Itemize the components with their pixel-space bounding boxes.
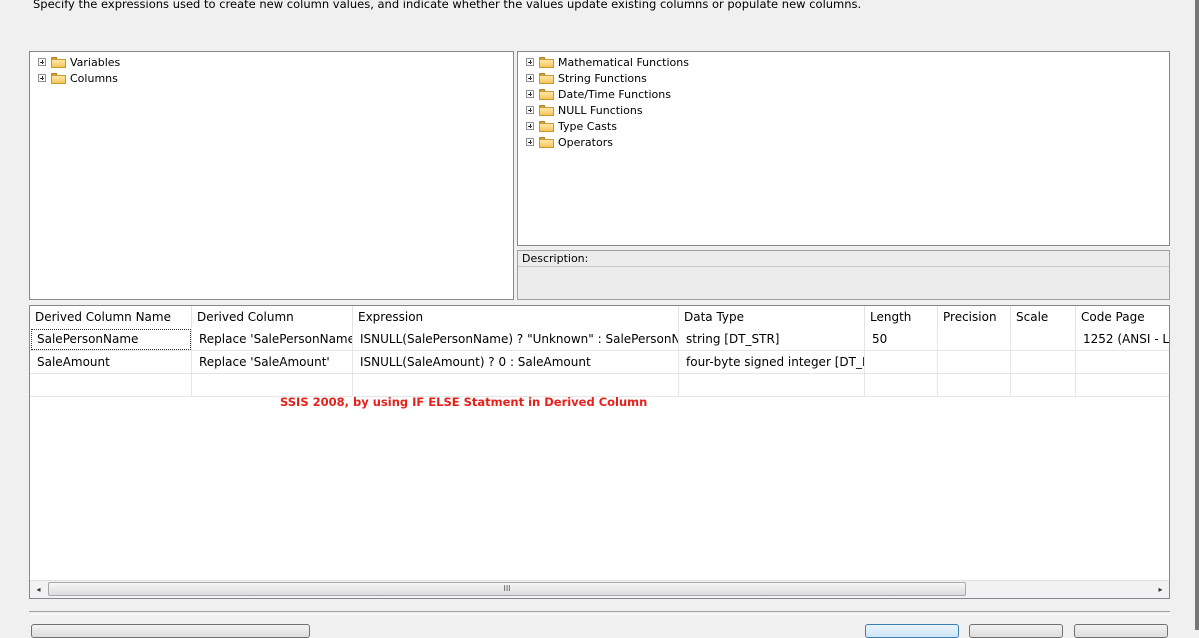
cell-derived-column-name[interactable]: SaleAmount	[30, 351, 192, 374]
column-header-length[interactable]: Length	[865, 306, 938, 328]
tree-item-label: Type Casts	[558, 119, 617, 133]
cell-derived-column-name[interactable]: SalePersonName	[30, 328, 192, 351]
scroll-right-icon[interactable]: ▸	[1152, 581, 1169, 598]
column-header-scale[interactable]: Scale	[1011, 306, 1076, 328]
footer-divider	[29, 611, 1170, 615]
expand-icon[interactable]	[38, 58, 46, 66]
tree-item-label: Mathematical Functions	[558, 55, 689, 69]
tree-item-string-functions[interactable]: String Functions	[526, 70, 647, 86]
column-header-derived-column-name[interactable]: Derived Column Name	[30, 306, 192, 328]
column-header-derived-column[interactable]: Derived Column	[192, 306, 353, 328]
tree-item-columns[interactable]: Columns	[38, 70, 118, 86]
cancel-button[interactable]	[969, 624, 1063, 638]
expand-icon[interactable]	[38, 74, 46, 82]
folder-icon	[539, 88, 554, 100]
cell-scale[interactable]	[1011, 351, 1076, 374]
tree-item-type-casts[interactable]: Type Casts	[526, 118, 617, 134]
help-button[interactable]	[1074, 624, 1168, 638]
column-header-code-page[interactable]: Code Page	[1076, 306, 1169, 328]
expand-icon[interactable]	[526, 106, 534, 114]
tree-item-operators[interactable]: Operators	[526, 134, 613, 150]
folder-icon	[539, 72, 554, 84]
scroll-left-icon[interactable]: ◂	[30, 581, 47, 598]
variables-columns-tree[interactable]: Variables Columns	[29, 51, 514, 300]
cell-length[interactable]: 50	[865, 328, 938, 351]
tree-item-datetime-functions[interactable]: Date/Time Functions	[526, 86, 671, 102]
cell-empty[interactable]	[192, 374, 353, 397]
cell-empty[interactable]	[30, 374, 192, 397]
cell-empty[interactable]	[353, 374, 679, 397]
tree-item-label: Date/Time Functions	[558, 87, 671, 101]
window-right-edge	[1195, 0, 1199, 630]
tree-item-label: String Functions	[558, 71, 647, 85]
tree-item-variables[interactable]: Variables	[38, 54, 120, 70]
description-separator	[518, 266, 1169, 267]
cell-code-page[interactable]	[1076, 351, 1169, 374]
functions-tree[interactable]: Mathematical Functions String Functions …	[517, 51, 1170, 246]
derived-columns-grid[interactable]: Derived Column Name Derived Column Expre…	[29, 305, 1170, 599]
instruction-text: Specify the expressions used to create n…	[33, 0, 862, 11]
expand-icon[interactable]	[526, 122, 534, 130]
column-header-expression[interactable]: Expression	[353, 306, 679, 328]
ok-button[interactable]	[865, 624, 959, 638]
cell-derived-column[interactable]: Replace 'SaleAmount'	[192, 351, 353, 374]
expand-icon[interactable]	[526, 74, 534, 82]
tree-item-label: Operators	[558, 135, 613, 149]
cell-empty[interactable]	[1076, 374, 1169, 397]
tree-item-label: Variables	[70, 55, 121, 69]
column-header-data-type[interactable]: Data Type	[679, 306, 865, 328]
folder-icon	[539, 136, 554, 148]
folder-icon	[539, 104, 554, 116]
cell-empty[interactable]	[865, 374, 938, 397]
tree-item-label: Columns	[70, 71, 118, 85]
configure-error-output-button[interactable]	[31, 624, 310, 638]
folder-icon	[51, 72, 66, 84]
cell-empty[interactable]	[1011, 374, 1076, 397]
cell-precision[interactable]	[938, 328, 1011, 351]
horizontal-scrollbar[interactable]: ◂ III ▸	[30, 580, 1169, 598]
cell-expression[interactable]: ISNULL(SalePersonName) ? "Unknown" : Sal…	[353, 328, 679, 351]
cell-empty[interactable]	[938, 374, 1011, 397]
cell-expression[interactable]: ISNULL(SaleAmount) ? 0 : SaleAmount	[353, 351, 679, 374]
folder-icon	[539, 120, 554, 132]
scrollbar-thumb[interactable]: III	[48, 582, 966, 596]
folder-icon	[539, 56, 554, 68]
grip-icon: III	[503, 584, 511, 593]
tree-item-label: NULL Functions	[558, 103, 643, 117]
folder-icon	[51, 56, 66, 68]
cell-precision[interactable]	[938, 351, 1011, 374]
cell-data-type[interactable]: four-byte signed integer [DT_I4]	[679, 351, 865, 374]
description-panel: Description:	[517, 250, 1170, 300]
expand-icon[interactable]	[526, 58, 534, 66]
cell-data-type[interactable]: string [DT_STR]	[679, 328, 865, 351]
cell-empty[interactable]	[679, 374, 865, 397]
cell-length[interactable]	[865, 351, 938, 374]
column-header-precision[interactable]: Precision	[938, 306, 1011, 328]
expand-icon[interactable]	[526, 90, 534, 98]
annotation-text: SSIS 2008, by using IF ELSE Statment in …	[280, 395, 648, 409]
description-label: Description:	[522, 252, 589, 265]
cell-scale[interactable]	[1011, 328, 1076, 351]
expand-icon[interactable]	[526, 138, 534, 146]
cell-code-page[interactable]: 1252 (ANSI - Lat	[1076, 328, 1169, 351]
tree-item-null-functions[interactable]: NULL Functions	[526, 102, 643, 118]
cell-derived-column[interactable]: Replace 'SalePersonName'	[192, 328, 353, 351]
tree-item-mathematical-functions[interactable]: Mathematical Functions	[526, 54, 689, 70]
